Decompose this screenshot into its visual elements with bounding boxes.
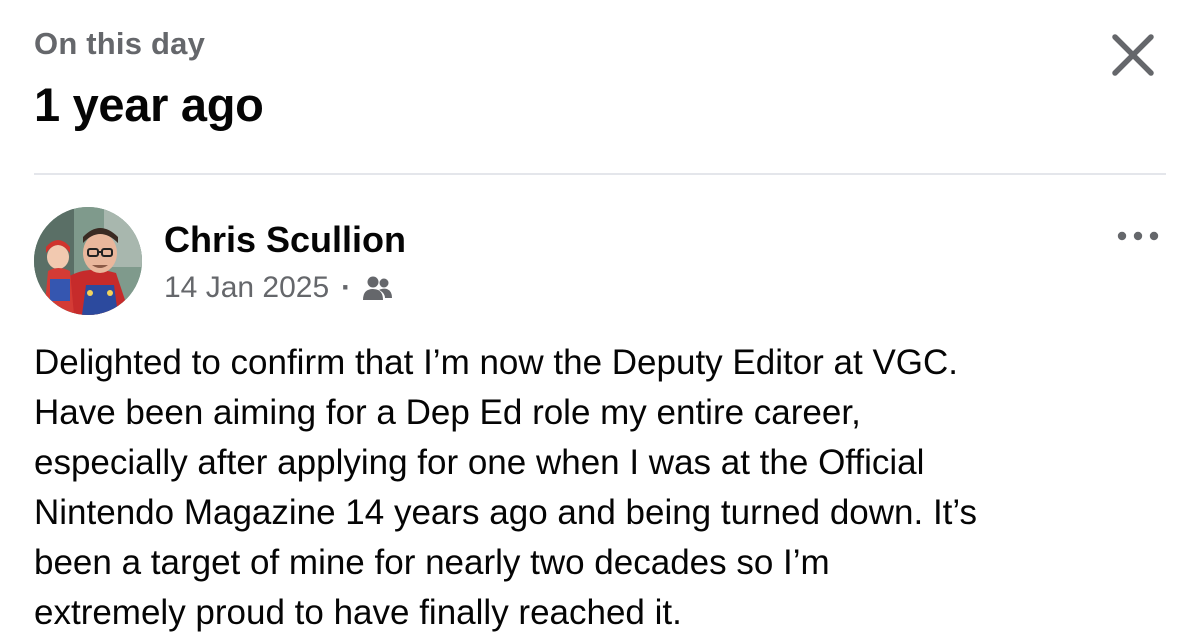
page-title: 1 year ago	[34, 78, 264, 131]
memory-header: On this day 1 year ago	[34, 26, 264, 133]
audience-indicator[interactable]	[361, 274, 393, 302]
close-icon	[1112, 34, 1154, 76]
author-avatar[interactable]	[34, 207, 142, 315]
post-text: Delighted to confirm that I’m now the De…	[34, 343, 978, 632]
header-divider	[34, 173, 1166, 175]
on-this-day-label: On this day	[34, 26, 206, 61]
friends-icon	[363, 276, 393, 300]
more-options-icon	[1117, 231, 1159, 241]
meta-separator: ·	[341, 271, 352, 304]
post-date[interactable]: 14 Jan 2025	[164, 268, 329, 308]
author-name[interactable]: Chris Scullion	[164, 218, 406, 262]
more-options-button[interactable]	[1110, 216, 1166, 256]
close-button[interactable]	[1104, 26, 1162, 84]
post-meta: 14 Jan 2025 ·	[164, 268, 393, 308]
profile-photo	[34, 207, 142, 315]
